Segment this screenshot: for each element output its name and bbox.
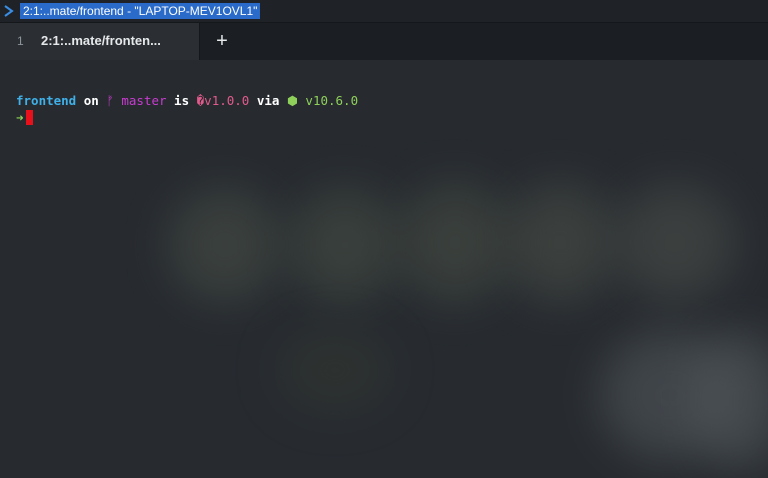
tab-label: 2:1:..mate/fronten... — [41, 33, 161, 48]
text-cursor — [25, 110, 33, 125]
background-blur — [615, 185, 735, 300]
input-line[interactable]: ➜ — [16, 110, 33, 126]
git-branch-icon: ᚠ — [106, 93, 114, 108]
prompt-package-version: v1.0.0 — [204, 93, 250, 108]
background-blur — [290, 190, 400, 300]
nodejs-icon: ⬢ — [286, 93, 298, 108]
title-bar[interactable]: 2:1:..mate/frontend - "LAPTOP-MEV1OVL1" — [0, 0, 768, 23]
prompt-on: on — [76, 93, 107, 108]
tab-number: 1 — [17, 34, 24, 48]
background-blur — [505, 185, 615, 300]
prompt-node-version: v10.6.0 — [297, 93, 359, 108]
prompt-directory: frontend — [16, 93, 77, 108]
terminal-area[interactable]: frontend on ᚠ master is �v1.0.0 via ⬢ v1… — [0, 60, 768, 478]
prompt-arrow-icon: ➜ — [16, 110, 24, 125]
prompt-is: is — [166, 93, 197, 108]
background-blur — [400, 185, 510, 300]
prompt-branch: master — [113, 93, 167, 108]
background-blur — [280, 330, 390, 410]
prompt-via: via — [249, 93, 287, 108]
new-tab-button[interactable]: + — [209, 29, 235, 55]
terminal-window: 2:1:..mate/frontend - "LAPTOP-MEV1OVL1" … — [0, 0, 768, 478]
background-blur — [170, 190, 280, 300]
tab-bar: 1 2:1:..mate/fronten... + — [0, 23, 768, 60]
terminal-prompt-icon — [4, 5, 14, 17]
prompt-line: frontend on ᚠ master is �v1.0.0 via ⬢ v1… — [16, 93, 358, 109]
window-title: 2:1:..mate/frontend - "LAPTOP-MEV1OVL1" — [20, 3, 261, 19]
tab-terminal-1[interactable]: 1 2:1:..mate/fronten... — [0, 23, 200, 60]
